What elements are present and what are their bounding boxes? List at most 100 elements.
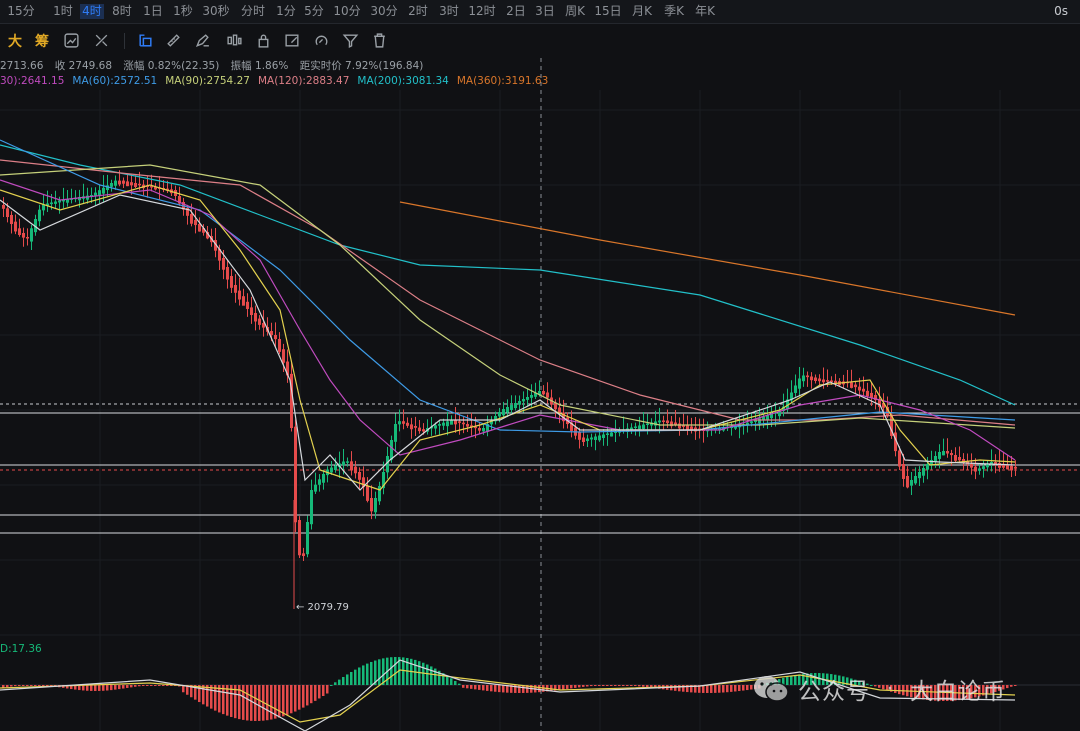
macd-bar bbox=[726, 685, 729, 693]
macd-bar bbox=[446, 675, 449, 685]
candle-body bbox=[502, 409, 505, 416]
macd-bar bbox=[626, 685, 629, 686]
candle-body bbox=[818, 378, 821, 382]
candle-body bbox=[634, 426, 637, 428]
macd-bar bbox=[578, 685, 581, 688]
candle-body bbox=[578, 432, 581, 440]
macd-bar bbox=[430, 666, 433, 685]
macd-bar bbox=[202, 685, 205, 705]
candle-body bbox=[822, 379, 825, 383]
candle-body bbox=[94, 192, 97, 196]
macd-bar bbox=[638, 685, 641, 687]
candle-body bbox=[402, 421, 405, 424]
candle-body bbox=[478, 428, 481, 431]
macd-bar bbox=[30, 685, 33, 686]
macd-bar bbox=[298, 685, 301, 710]
macd-bar bbox=[706, 685, 709, 693]
candle-body bbox=[258, 318, 261, 325]
macd-bar bbox=[146, 685, 149, 686]
macd-bar bbox=[498, 685, 501, 693]
candle-body bbox=[6, 208, 9, 218]
candle-body bbox=[986, 464, 989, 468]
candle-body bbox=[642, 424, 645, 430]
candle-body bbox=[438, 424, 441, 426]
macd-bar bbox=[310, 685, 313, 704]
candle-body bbox=[130, 182, 133, 186]
macd-bar bbox=[678, 685, 681, 692]
candle-body bbox=[610, 432, 613, 437]
candle-body bbox=[374, 498, 377, 513]
candle-body bbox=[466, 424, 469, 427]
macd-bar bbox=[334, 682, 337, 685]
macd-bar bbox=[594, 685, 597, 686]
candle-body bbox=[546, 392, 549, 398]
macd-bar bbox=[94, 685, 97, 691]
macd-bar bbox=[378, 659, 381, 685]
candle-body bbox=[526, 397, 529, 400]
macd-bar bbox=[358, 667, 361, 685]
macd-bar bbox=[114, 685, 117, 690]
candle-body bbox=[422, 429, 425, 432]
candle-body bbox=[230, 276, 233, 288]
candle-body bbox=[498, 412, 501, 417]
macd-bar bbox=[590, 685, 593, 687]
macd-bar bbox=[218, 685, 221, 713]
macd-bar bbox=[490, 685, 493, 692]
candle-body bbox=[530, 395, 533, 398]
candle-body bbox=[662, 420, 665, 422]
candle-body bbox=[638, 425, 641, 430]
macd-bar bbox=[470, 685, 473, 689]
macd-bar bbox=[562, 685, 565, 690]
macd-bar bbox=[314, 685, 317, 701]
ma60-line bbox=[0, 139, 1016, 433]
candle-body bbox=[414, 426, 417, 428]
candle-body bbox=[558, 407, 561, 413]
macd-bar bbox=[250, 685, 253, 721]
candle-body bbox=[458, 421, 461, 423]
macd-bar bbox=[450, 678, 453, 685]
candle-body bbox=[246, 301, 249, 309]
macd-bar bbox=[10, 685, 13, 687]
candle-body bbox=[138, 183, 141, 186]
macd-bar bbox=[718, 685, 721, 693]
candle-body bbox=[646, 423, 649, 425]
macd-bar bbox=[294, 685, 297, 712]
macd-bar bbox=[598, 685, 601, 686]
candle-body bbox=[814, 377, 817, 381]
candle-body bbox=[954, 455, 957, 461]
macd-bar bbox=[458, 683, 461, 685]
candle-body bbox=[330, 467, 333, 473]
candle-body bbox=[858, 386, 861, 391]
candle-body bbox=[310, 490, 313, 525]
watermark-sep: · bbox=[886, 676, 894, 702]
candle-body bbox=[346, 461, 349, 463]
candle-body bbox=[982, 466, 985, 469]
candle-body bbox=[334, 465, 337, 471]
candle-body bbox=[902, 464, 905, 479]
macd-bar bbox=[518, 685, 521, 693]
macd-bar bbox=[1006, 685, 1009, 689]
macd-bar bbox=[222, 685, 225, 715]
candle-body bbox=[370, 498, 373, 512]
macd-bar bbox=[746, 685, 749, 691]
macd-bar bbox=[370, 661, 373, 685]
candlestick-chart[interactable] bbox=[0, 0, 1080, 731]
candle-body bbox=[1014, 466, 1017, 469]
macd-bar bbox=[138, 685, 141, 687]
candle-body bbox=[2, 205, 5, 209]
candle-body bbox=[26, 237, 29, 239]
candle-body bbox=[898, 450, 901, 467]
wechat-watermark: 公众号 · 大白论币 bbox=[752, 672, 1006, 706]
candle-body bbox=[934, 456, 937, 462]
macd-bar bbox=[326, 685, 329, 694]
macd-bar bbox=[474, 685, 477, 690]
macd-bar bbox=[1010, 685, 1013, 687]
candle-body bbox=[582, 437, 585, 443]
candle-body bbox=[302, 553, 305, 557]
candle-body bbox=[194, 220, 197, 226]
candle-body bbox=[126, 181, 129, 187]
candle-body bbox=[102, 187, 105, 194]
candle-body bbox=[122, 180, 125, 184]
macd-bar bbox=[550, 685, 553, 691]
candle-body bbox=[250, 307, 253, 316]
